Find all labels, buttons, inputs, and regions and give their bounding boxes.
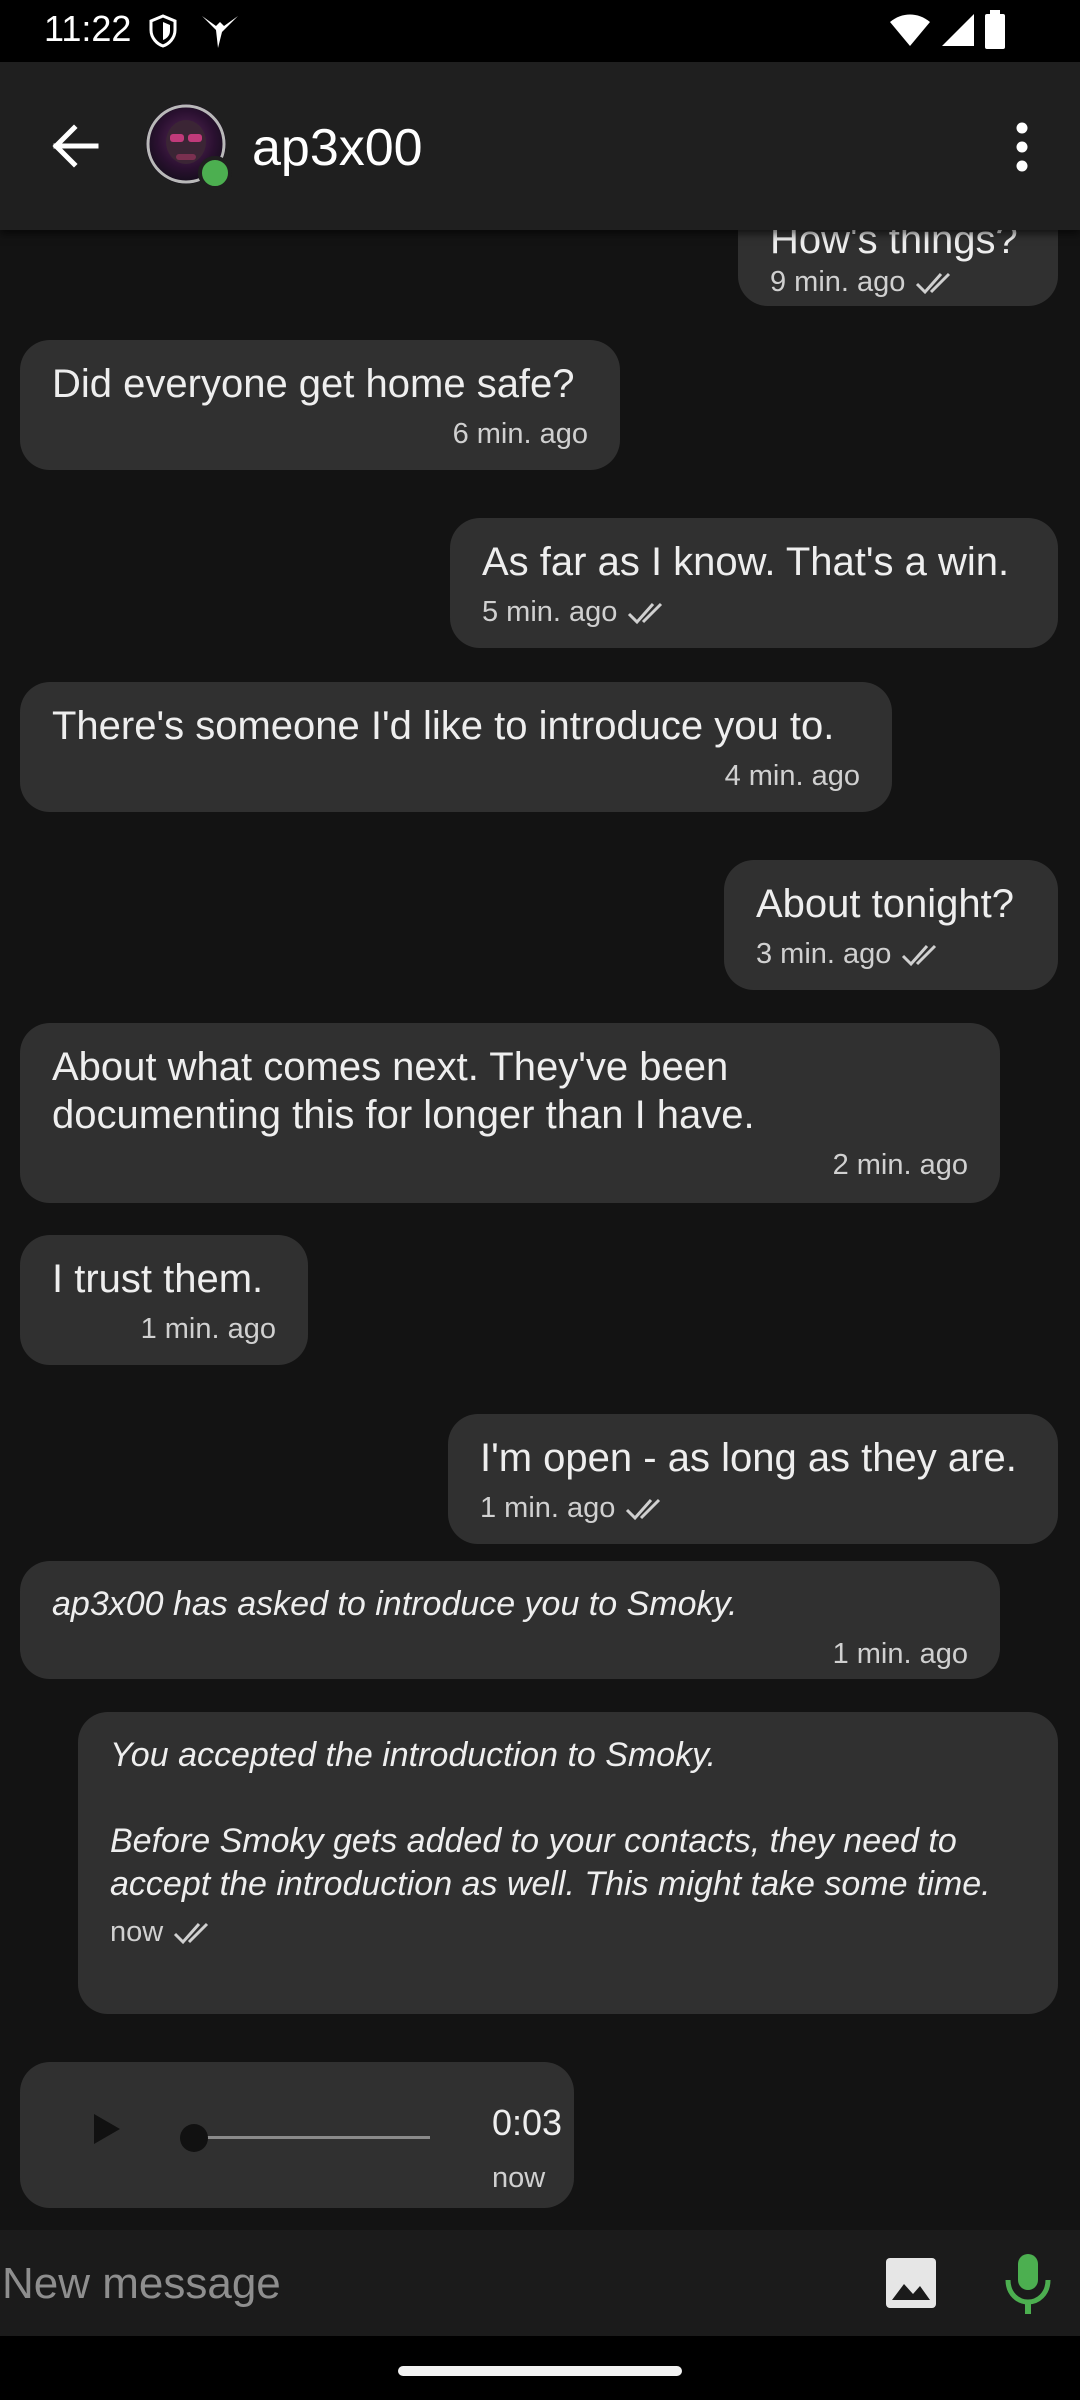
introduction-request-notice[interactable]: ap3x00 has asked to introduce you to Smo… [20, 1561, 1000, 1679]
back-arrow-icon [52, 124, 99, 168]
online-status-dot [198, 156, 232, 190]
message-bubble-incoming[interactable]: Did everyone get home safe? 6 min. ago [20, 340, 620, 470]
system-navigation-bar [0, 2336, 1080, 2400]
double-check-icon [626, 1498, 661, 1520]
signal-icon [942, 14, 974, 46]
message-text: I trust them. [52, 1257, 264, 1301]
contact-name[interactable]: ap3x00 [252, 118, 423, 178]
double-check-icon [628, 602, 663, 624]
audio-seek-thumb[interactable] [180, 2124, 208, 2152]
message-meta: 1 min. ago [52, 1313, 276, 1346]
bird-icon [202, 16, 238, 48]
message-text: About what comes next. They've been docu… [52, 1045, 755, 1137]
message-text: About tonight? [756, 882, 1014, 926]
introduction-accepted-notice[interactable]: You accepted the introduction to Smoky. … [78, 1712, 1058, 2014]
message-bubble-outgoing[interactable]: I'm open - as long as they are. 1 min. a… [448, 1414, 1058, 1544]
message-input[interactable] [0, 2250, 844, 2318]
wifi-icon [890, 14, 930, 46]
message-time: 1 min. ago [140, 1313, 276, 1345]
message-meta: 4 min. ago [52, 760, 860, 793]
avatar[interactable] [146, 104, 232, 190]
double-check-icon [902, 944, 937, 966]
play-button[interactable] [64, 2094, 144, 2164]
more-vert-icon [1016, 122, 1028, 172]
audio-seek-track[interactable] [200, 2136, 430, 2139]
message-meta: 2 min. ago [52, 1149, 968, 1182]
notice-text: ap3x00 has asked to introduce you to Smo… [52, 1585, 738, 1623]
audio-message-bubble[interactable]: 0:03 now [20, 2062, 574, 2208]
message-time: now [492, 2162, 546, 2194]
mic-icon [1005, 2254, 1051, 2314]
message-bubble-incoming[interactable]: I trust them. 1 min. ago [20, 1235, 308, 1365]
message-bubble-outgoing[interactable]: As far as I know. That's a win. 5 min. a… [450, 518, 1058, 648]
conversation-list[interactable]: How's things? 9 min. ago Did everyone ge… [0, 230, 1080, 2230]
message-time: 1 min. ago [480, 1492, 616, 1524]
home-gesture-handle[interactable] [398, 2366, 682, 2376]
message-time: 2 min. ago [832, 1149, 968, 1181]
message-bubble-outgoing[interactable]: About tonight? 3 min. ago [724, 860, 1058, 990]
message-text: I'm open - as long as they are. [480, 1436, 1017, 1480]
double-check-icon [174, 1922, 209, 1944]
play-icon [94, 2114, 120, 2144]
attach-image-button[interactable] [880, 2252, 942, 2314]
message-time: 5 min. ago [482, 596, 618, 628]
message-time: 9 min. ago [770, 266, 906, 298]
battery-icon [985, 10, 1005, 49]
message-time: now [110, 1916, 164, 1948]
shield-icon [149, 14, 177, 48]
message-time: 6 min. ago [452, 418, 588, 450]
status-time: 11:22 [44, 8, 132, 49]
image-icon [886, 2258, 936, 2308]
message-bubble-outgoing[interactable]: How's things? 9 min. ago [738, 230, 1058, 306]
message-bubble-incoming[interactable]: About what comes next. They've been docu… [20, 1023, 1000, 1203]
record-audio-button[interactable] [996, 2248, 1060, 2318]
message-meta: 3 min. ago [756, 938, 1026, 971]
message-text: Did everyone get home safe? [52, 362, 575, 406]
message-bubble-incoming[interactable]: There's someone I'd like to introduce yo… [20, 682, 892, 812]
message-meta: 9 min. ago [770, 266, 1026, 299]
message-meta: 5 min. ago [482, 596, 1026, 629]
notice-text: You accepted the introduction to Smoky. … [110, 1736, 991, 1903]
message-meta: now [110, 1916, 1026, 1949]
back-button[interactable] [30, 106, 120, 186]
message-meta: 1 min. ago [52, 1638, 968, 1671]
message-meta: 6 min. ago [52, 418, 588, 451]
message-time: 1 min. ago [832, 1638, 968, 1670]
message-text: There's someone I'd like to introduce yo… [52, 704, 835, 748]
audio-duration: 0:03 [492, 2102, 563, 2143]
status-bar: 11:22 [0, 0, 1080, 62]
message-meta: 1 min. ago [480, 1492, 1026, 1525]
message-composer [0, 2230, 1080, 2336]
message-text: How's things? [770, 230, 1018, 262]
message-time: 4 min. ago [724, 760, 860, 792]
message-text: As far as I know. That's a win. [482, 540, 1010, 584]
app-bar: ap3x00 [0, 62, 1080, 230]
overflow-menu-button[interactable] [1000, 112, 1044, 182]
double-check-icon [916, 272, 951, 294]
message-time: 3 min. ago [756, 938, 892, 970]
